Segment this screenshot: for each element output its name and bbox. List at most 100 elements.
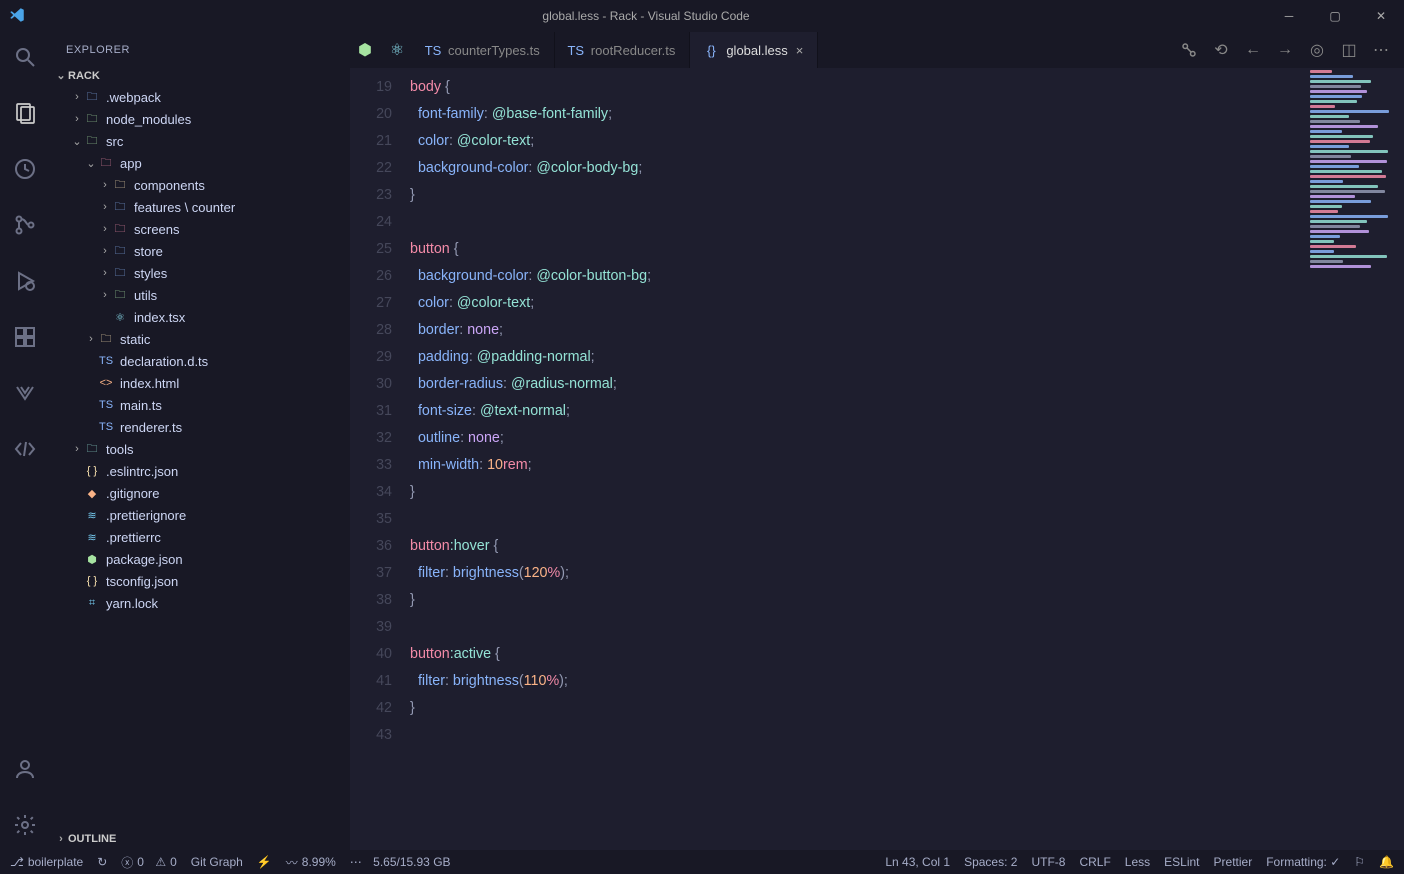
minimize-button[interactable]: ─ [1266, 0, 1312, 32]
tree-item[interactable]: ›🗀features \ counter [50, 196, 350, 218]
window-title: global.less - Rack - Visual Studio Code [26, 9, 1266, 23]
tree-item[interactable]: ⬢package.json [50, 548, 350, 570]
feedback-icon[interactable]: ⚐ [1354, 855, 1365, 869]
go-back-icon[interactable]: ⟲ [1212, 41, 1230, 59]
tree-item[interactable]: ≋ .prettierignore [50, 504, 350, 526]
eol[interactable]: CRLF [1079, 855, 1110, 869]
editor-body[interactable]: 1920212223242526272829303132333435363738… [350, 68, 1404, 850]
tree-item[interactable]: TSdeclaration.d.ts [50, 350, 350, 372]
tree-item-label: .prettierignore [106, 508, 186, 523]
pulse-icon: 〰 [286, 854, 298, 871]
tree-item[interactable]: TSmain.ts [50, 394, 350, 416]
editor-tab[interactable]: TSrootReducer.ts [555, 32, 691, 68]
status-bar: ⎇boilerplate ↻ ⓧ0 ⚠0 Git Graph ⚡ 〰8.99% … [0, 850, 1404, 874]
folder-icon: 🗀 [98, 331, 114, 347]
cursor-position[interactable]: Ln 43, Col 1 [885, 855, 950, 869]
problems[interactable]: ⓧ0 ⚠0 [121, 854, 177, 871]
search-icon[interactable] [0, 40, 50, 74]
tree-item[interactable]: { }tsconfig.json [50, 570, 350, 592]
tree-item[interactable]: ≋.prettierrc [50, 526, 350, 548]
tree-item[interactable]: ›🗀utils [50, 284, 350, 306]
tree-item[interactable]: TSrenderer.ts [50, 416, 350, 438]
minimap[interactable] [1304, 68, 1404, 268]
tree-item-label: static [120, 332, 150, 347]
tree-item[interactable]: ◆.gitignore [50, 482, 350, 504]
lightning-icon[interactable]: ⚡ [257, 855, 272, 869]
warning-icon: ⚠ [155, 855, 166, 869]
formatting-status[interactable]: Formatting: ✓ [1266, 855, 1340, 869]
git-branch[interactable]: ⎇boilerplate [10, 855, 83, 869]
editor-tab[interactable]: {}global.less× [690, 32, 818, 68]
run-debug-icon[interactable] [0, 264, 50, 298]
branch-icon: ⎇ [10, 855, 24, 869]
chevron-down-icon: ⌄ [54, 69, 68, 82]
tree-item[interactable]: ›🗀styles [50, 262, 350, 284]
tree-item[interactable]: ›🗀node_modules [50, 108, 350, 130]
sync-button[interactable]: ↻ [97, 855, 107, 869]
react-extension-icon[interactable]: ⚛ [388, 40, 406, 60]
eslint-status[interactable]: ESLint [1164, 855, 1199, 869]
tree-item-label: src [106, 134, 123, 149]
sidebar: EXPLORER ⌄ RACK ›🗀.webpack›🗀node_modules… [50, 32, 350, 850]
ts-icon: TS [426, 43, 440, 58]
vs-brand-icon[interactable] [0, 376, 50, 410]
mem-usage[interactable]: ⋯ 5.65/15.93 GB [350, 855, 451, 869]
html-icon: <> [98, 375, 114, 391]
close-icon[interactable]: × [796, 43, 804, 58]
tree-item[interactable]: ›🗀screens [50, 218, 350, 240]
tree-item[interactable]: ⚛index.tsx [50, 306, 350, 328]
settings-gear-icon[interactable] [0, 808, 50, 842]
tree-item[interactable]: ⌄🗀src [50, 130, 350, 152]
indent[interactable]: Spaces: 2 [964, 855, 1017, 869]
tree-item[interactable]: { } .eslintrc.json [50, 460, 350, 482]
chevron-down-icon: ⌄ [84, 157, 98, 170]
folder-icon: 🗀 [112, 177, 128, 193]
target-icon[interactable]: ◎ [1308, 41, 1326, 59]
tree-item[interactable]: ⌗yarn.lock [50, 592, 350, 614]
git-graph[interactable]: Git Graph [191, 855, 243, 869]
source-control-icon[interactable] [0, 208, 50, 242]
tree-item[interactable]: ›🗀store [50, 240, 350, 262]
accounts-icon[interactable] [0, 752, 50, 786]
tree-item[interactable]: ⌄🗀app [50, 152, 350, 174]
node-extension-icon[interactable]: ⬢ [356, 40, 374, 60]
json-icon: { } [84, 463, 100, 479]
tree-root-label: RACK [68, 70, 100, 82]
tree-item[interactable]: ›🗀tools [50, 438, 350, 460]
tree-item-label: node_modules [106, 112, 191, 127]
split-editor-icon[interactable]: ◫ [1340, 41, 1358, 59]
pr-icon: ≋ [84, 507, 100, 523]
cpu-usage[interactable]: 〰8.99% [286, 854, 336, 871]
ts-icon: TS [98, 353, 114, 369]
outline-section[interactable]: › OUTLINE [50, 828, 350, 850]
arrow-right-icon[interactable]: → [1276, 41, 1294, 59]
code-content[interactable]: body { font-family: @base-font-family; c… [410, 68, 1404, 850]
compare-icon[interactable] [1180, 41, 1198, 59]
more-actions-icon[interactable]: ⋯ [1372, 41, 1390, 59]
code-tag-icon[interactable] [0, 432, 50, 466]
extensions-icon[interactable] [0, 320, 50, 354]
ts-icon: TS [98, 397, 114, 413]
encoding[interactable]: UTF-8 [1031, 855, 1065, 869]
tree-item-label: .eslintrc.json [106, 464, 178, 479]
tree-item[interactable]: ›🗀static [50, 328, 350, 350]
editor-tab[interactable]: TScounterTypes.ts [412, 32, 555, 68]
folder-icon: 🗀 [112, 287, 128, 303]
bell-icon[interactable]: 🔔 [1379, 855, 1394, 869]
maximize-button[interactable]: ▢ [1312, 0, 1358, 32]
line-gutter: 1920212223242526272829303132333435363738… [350, 68, 410, 850]
tree-item[interactable]: <>index.html [50, 372, 350, 394]
close-button[interactable]: ✕ [1358, 0, 1404, 32]
tree-item[interactable]: ›🗀components [50, 174, 350, 196]
arrow-left-icon[interactable]: ← [1244, 41, 1262, 59]
explorer-icon[interactable] [0, 96, 50, 130]
sidebar-title: EXPLORER [50, 32, 350, 67]
folder-icon: 🗀 [112, 243, 128, 259]
tree-item-label: renderer.ts [120, 420, 182, 435]
vscode-logo-icon [8, 6, 26, 27]
language-mode[interactable]: Less [1125, 855, 1150, 869]
prettier-status[interactable]: Prettier [1214, 855, 1253, 869]
tree-root[interactable]: ⌄ RACK [50, 67, 350, 84]
debug-alt-icon[interactable] [0, 152, 50, 186]
tree-item[interactable]: ›🗀.webpack [50, 86, 350, 108]
